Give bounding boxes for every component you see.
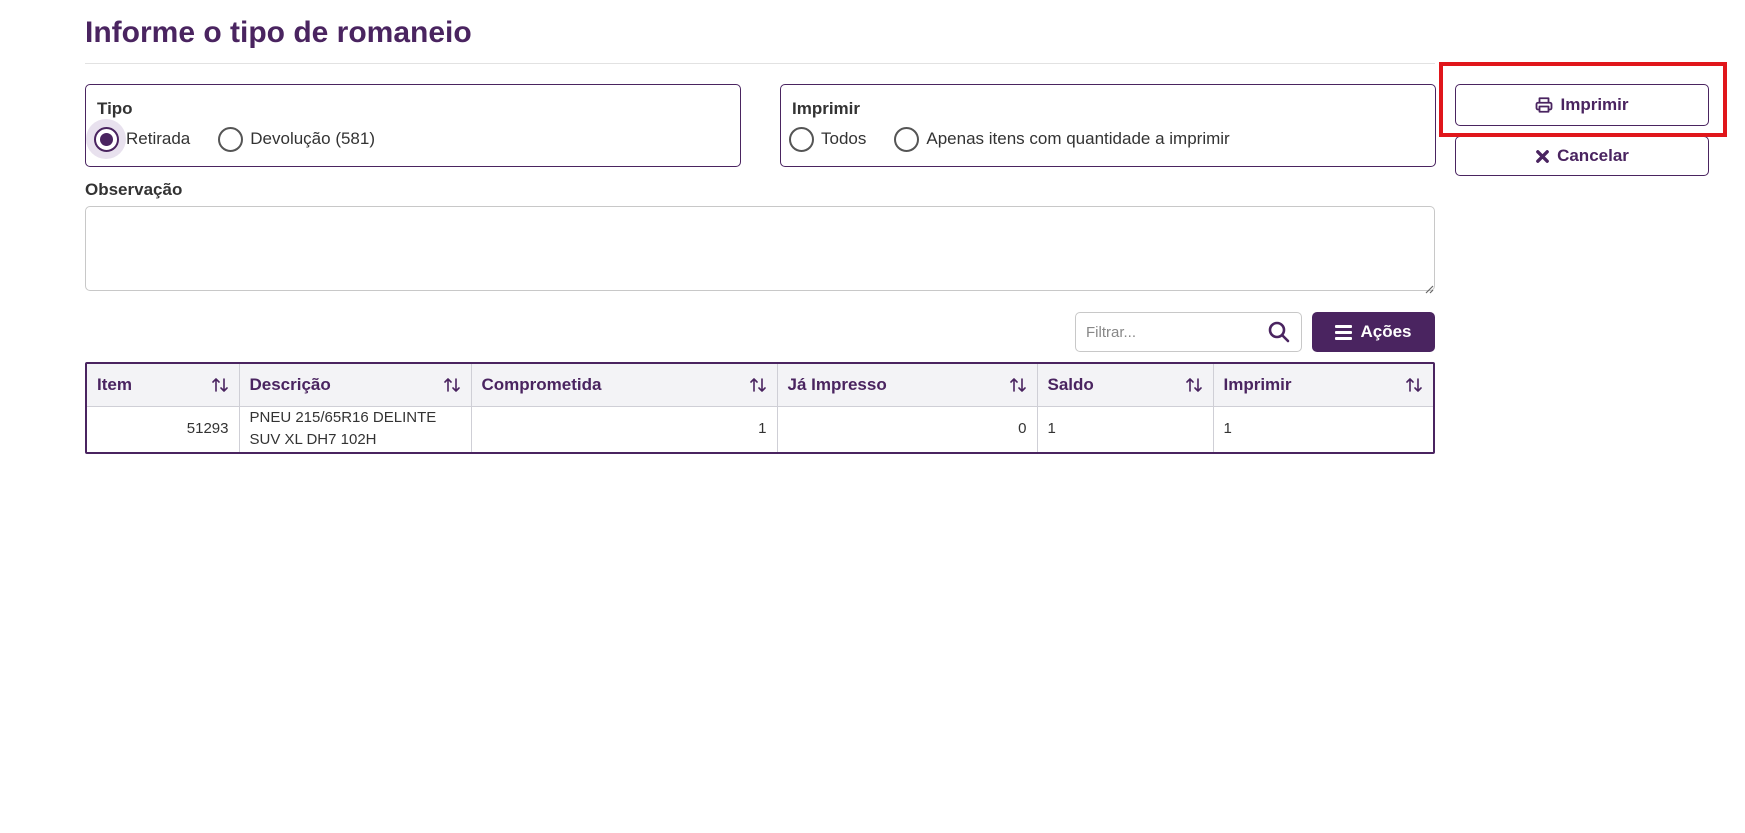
- cell-imprimir[interactable]: 1: [1213, 406, 1433, 452]
- column-header-imprimir[interactable]: Imprimir: [1213, 364, 1433, 407]
- page-title: Informe o tipo de romaneio: [85, 16, 472, 49]
- observacao-textarea[interactable]: [85, 206, 1435, 291]
- imprimir-legend: Imprimir: [792, 99, 861, 118]
- radio-ring: [210, 119, 250, 159]
- cell-item: 51293: [87, 406, 240, 452]
- observacao-label: Observação: [85, 180, 183, 199]
- search-icon[interactable]: [1267, 320, 1291, 344]
- column-header-item[interactable]: Item: [87, 364, 240, 407]
- radio-ring: [886, 119, 926, 159]
- radio-retirada[interactable]: Retirada: [86, 119, 210, 159]
- tipo-fieldset: Tipo Retirada Devolução (581): [85, 84, 741, 167]
- radio-todos[interactable]: Todos: [781, 119, 886, 159]
- filter-input[interactable]: [1086, 313, 1256, 351]
- radio-focus-ring: [86, 119, 126, 159]
- radio-todos-circle[interactable]: [788, 126, 814, 152]
- sort-icon[interactable]: [749, 376, 767, 394]
- radio-devolucao[interactable]: Devolução (581): [210, 119, 395, 159]
- radio-apenas-itens-label[interactable]: Apenas itens com quantidade a imprimir: [926, 129, 1229, 149]
- radio-apenas-itens-circle[interactable]: [893, 126, 919, 152]
- tipo-legend: Tipo: [97, 99, 133, 118]
- filter-field: [1075, 312, 1302, 352]
- print-button-label: Imprimir: [1560, 95, 1629, 114]
- menu-icon: [1335, 324, 1353, 340]
- close-icon: [1536, 149, 1549, 163]
- radio-devolucao-label[interactable]: Devolução (581): [250, 129, 375, 149]
- acoes-button-label: Ações: [1360, 322, 1412, 341]
- cancel-button[interactable]: Cancelar: [1455, 136, 1709, 176]
- resize-handle[interactable]: [1425, 281, 1434, 294]
- printer-icon: [1536, 97, 1553, 113]
- imprimir-fieldset: Imprimir Todos Apenas itens com quantida…: [780, 84, 1436, 167]
- cell-descricao: PNEU 215/65R16 DELINTE SUV XL DH7 102H: [239, 406, 472, 452]
- radio-checked-dot: [99, 132, 113, 146]
- column-header-saldo[interactable]: Saldo: [1037, 364, 1214, 407]
- cell-ja-impresso: 0: [777, 406, 1038, 452]
- print-button[interactable]: Imprimir: [1455, 84, 1709, 126]
- imprimir-radio-group: Todos Apenas itens com quantidade a impr…: [781, 119, 1250, 159]
- column-header-descricao[interactable]: Descrição: [239, 364, 472, 407]
- items-table: Item Descrição Comprometida Já Impresso …: [85, 362, 1435, 454]
- cancel-button-label: Cancelar: [1557, 146, 1629, 165]
- radio-apenas-itens[interactable]: Apenas itens com quantidade a imprimir: [886, 119, 1249, 159]
- sort-icon[interactable]: [1009, 376, 1027, 394]
- resize-grip-icon: [1425, 285, 1434, 294]
- cell-comprometida: 1: [471, 406, 778, 452]
- acoes-button[interactable]: Ações: [1312, 312, 1435, 352]
- sort-icon[interactable]: [211, 376, 229, 394]
- column-header-comprometida[interactable]: Comprometida: [471, 364, 778, 407]
- column-header-ja-impresso[interactable]: Já Impresso: [777, 364, 1038, 407]
- radio-todos-label[interactable]: Todos: [821, 129, 866, 149]
- sort-icon[interactable]: [1185, 376, 1203, 394]
- radio-devolucao-circle[interactable]: [217, 126, 243, 152]
- title-divider: [85, 63, 1435, 64]
- sort-icon[interactable]: [443, 376, 461, 394]
- table-header-row: Item Descrição Comprometida Já Impresso …: [87, 364, 1433, 407]
- radio-retirada-label[interactable]: Retirada: [126, 129, 190, 149]
- sort-icon[interactable]: [1405, 376, 1423, 394]
- tipo-radio-group: Retirada Devolução (581): [86, 119, 395, 159]
- table-row[interactable]: 51293 PNEU 215/65R16 DELINTE SUV XL DH7 …: [87, 406, 1433, 452]
- radio-retirada-circle[interactable]: [93, 126, 119, 152]
- cell-saldo: 1: [1037, 406, 1214, 452]
- radio-ring: [781, 119, 821, 159]
